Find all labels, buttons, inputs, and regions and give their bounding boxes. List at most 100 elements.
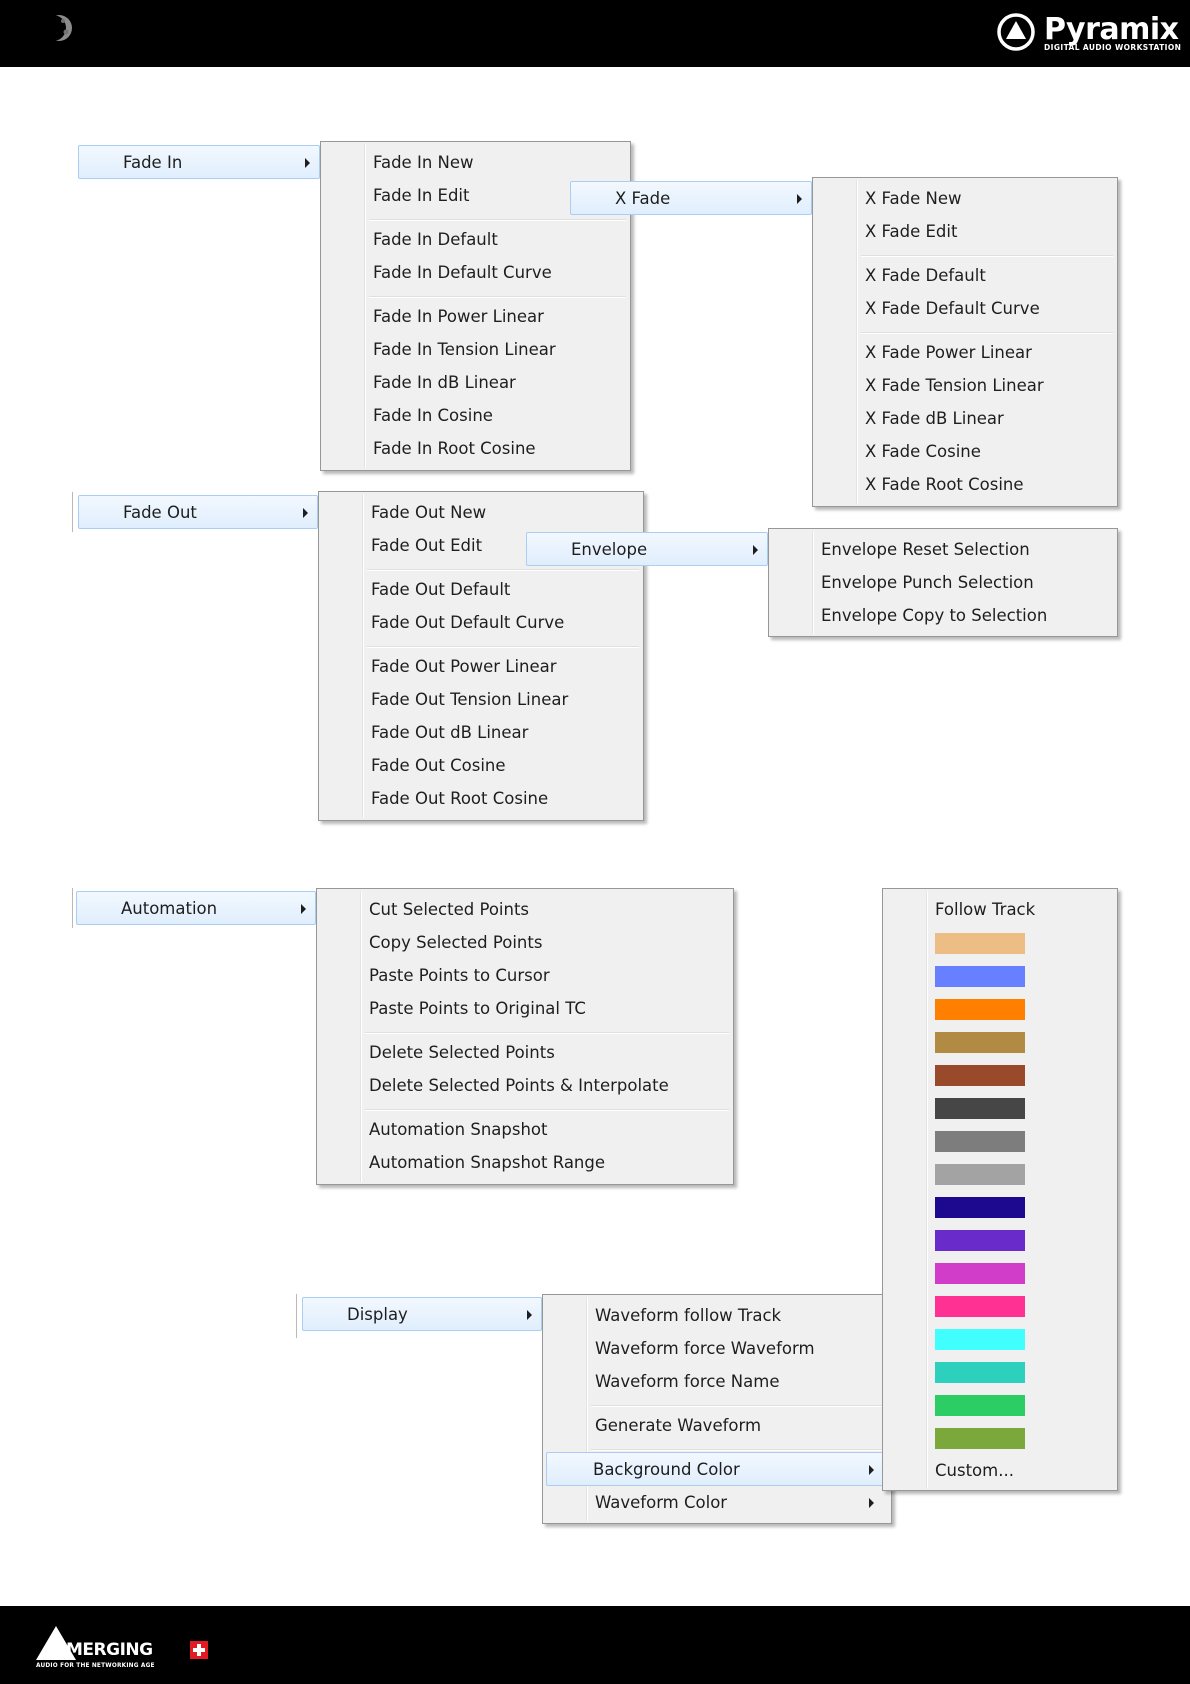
menu-item[interactable]: Waveform follow Track <box>546 1300 888 1332</box>
fade-out-label: Fade Out <box>123 503 197 522</box>
color-swatch[interactable] <box>935 1296 1025 1317</box>
envelope-menu-item[interactable]: Envelope <box>526 532 768 566</box>
color-swatch[interactable] <box>935 1032 1025 1053</box>
menu-item[interactable]: Fade In Tension Linear <box>324 334 627 366</box>
fade-in-label: Fade In <box>123 153 183 172</box>
submenu-arrow-icon <box>305 158 310 168</box>
color-swatch[interactable] <box>935 1329 1025 1350</box>
color-swatch[interactable] <box>935 1065 1025 1086</box>
menu-item[interactable]: Fade In Default Curve <box>324 257 627 289</box>
menu-item[interactable]: X Fade New <box>816 183 1114 215</box>
footer-brand: MERGING <box>66 1640 153 1660</box>
menu-item[interactable]: X Fade dB Linear <box>816 403 1114 435</box>
color-swatch[interactable] <box>935 1428 1025 1449</box>
merging-logo: MERGING AUDIO FOR THE NETWORKING AGE <box>36 1626 226 1674</box>
menu-separator <box>591 1405 887 1407</box>
color-swatch[interactable] <box>935 1164 1025 1185</box>
menu-item[interactable]: Fade In New <box>324 147 627 179</box>
menu-item[interactable]: X Fade Cosine <box>816 436 1114 468</box>
automation-label: Automation <box>121 899 218 918</box>
automation-menu-item[interactable]: Automation <box>76 891 316 925</box>
color-swatch[interactable] <box>935 1263 1025 1284</box>
moon-icon <box>44 15 72 41</box>
menu-item[interactable]: X Fade Default <box>816 260 1114 292</box>
fade-in-menu-item[interactable]: Fade In <box>78 145 320 179</box>
menu-item[interactable]: X Fade Tension Linear <box>816 370 1114 402</box>
menu-item[interactable]: Fade In Cosine <box>324 400 627 432</box>
brand-tagline: DIGITAL AUDIO WORKSTATION <box>1044 43 1182 52</box>
follow-track-item[interactable]: Follow Track <box>886 894 1114 926</box>
custom-color-item[interactable]: Custom... <box>886 1455 1114 1487</box>
menu-item[interactable]: Fade Out Cosine <box>322 750 640 782</box>
menu-item[interactable]: Fade Out Root Cosine <box>322 783 640 815</box>
menu-item[interactable]: Paste Points to Original TC <box>320 993 730 1025</box>
menu-item[interactable]: Fade In Default <box>324 224 627 256</box>
menu-item[interactable]: Envelope Punch Selection <box>772 567 1114 599</box>
menu-separator <box>591 1449 887 1451</box>
color-swatch[interactable] <box>935 1197 1025 1218</box>
submenu-arrow-icon <box>869 1498 874 1508</box>
pyramix-logo: Pyramix DIGITAL AUDIO WORKSTATION <box>992 12 1181 56</box>
menu-item[interactable]: Delete Selected Points & Interpolate <box>320 1070 730 1102</box>
submenu-arrow-icon <box>303 508 308 518</box>
menu-item[interactable]: Fade In Power Linear <box>324 301 627 333</box>
menu-item[interactable]: Fade Out Power Linear <box>322 651 640 683</box>
menu-item[interactable]: X Fade Edit <box>816 216 1114 248</box>
menu-item[interactable]: Fade Out Tension Linear <box>322 684 640 716</box>
menu-item[interactable]: Paste Points to Cursor <box>320 960 730 992</box>
swiss-cross-icon <box>190 1641 208 1659</box>
menu-item[interactable]: Waveform force Waveform <box>546 1333 888 1365</box>
color-swatch[interactable] <box>935 1131 1025 1152</box>
color-swatch[interactable] <box>935 999 1025 1020</box>
menu-item[interactable]: X Fade Root Cosine <box>816 469 1114 501</box>
menu-item[interactable]: Fade Out dB Linear <box>322 717 640 749</box>
menu-item[interactable]: Fade In Root Cosine <box>324 433 627 465</box>
x-fade-submenu: X Fade New X Fade Edit X Fade Default X … <box>812 177 1118 507</box>
display-submenu: Waveform follow Track Waveform force Wav… <box>542 1294 892 1524</box>
footer-tagline: AUDIO FOR THE NETWORKING AGE <box>36 1663 155 1669</box>
submenu-arrow-icon <box>301 904 306 914</box>
menu-separator <box>365 1109 729 1111</box>
color-swatch[interactable] <box>935 1098 1025 1119</box>
menu-item[interactable]: Fade Out New <box>322 497 640 529</box>
menu-separator <box>369 219 626 221</box>
menu-item[interactable]: Fade Out Default Curve <box>322 607 640 639</box>
menu-separator <box>369 296 626 298</box>
x-fade-menu-item[interactable]: X Fade <box>570 181 812 215</box>
color-submenu: Follow Track Custom... <box>882 888 1118 1491</box>
menu-edge <box>72 888 73 928</box>
menu-item[interactable]: Envelope Reset Selection <box>772 534 1114 566</box>
color-swatch[interactable] <box>935 933 1025 954</box>
x-fade-label: X Fade <box>615 189 671 208</box>
menu-item[interactable]: Waveform Color <box>546 1487 888 1519</box>
header-bar: Pyramix DIGITAL AUDIO WORKSTATION <box>0 0 1190 67</box>
menu-item[interactable]: Copy Selected Points <box>320 927 730 959</box>
brand-name: Pyramix <box>1044 12 1179 47</box>
menu-item[interactable]: Generate Waveform <box>546 1410 888 1442</box>
menu-item[interactable]: Cut Selected Points <box>320 894 730 926</box>
menu-item[interactable]: Waveform force Name <box>546 1366 888 1398</box>
menu-separator <box>365 1032 729 1034</box>
color-swatch[interactable] <box>935 1230 1025 1251</box>
menu-item[interactable]: Delete Selected Points <box>320 1037 730 1069</box>
menu-item[interactable]: Fade Out Default <box>322 574 640 606</box>
menu-separator <box>367 569 639 571</box>
color-swatch[interactable] <box>935 1395 1025 1416</box>
menu-item[interactable]: Envelope Copy to Selection <box>772 600 1114 632</box>
color-swatch[interactable] <box>935 1362 1025 1383</box>
envelope-submenu: Envelope Reset Selection Envelope Punch … <box>768 528 1118 637</box>
background-color-label: Background Color <box>593 1460 740 1479</box>
menu-item[interactable]: Automation Snapshot <box>320 1114 730 1146</box>
menu-item[interactable]: Fade In dB Linear <box>324 367 627 399</box>
fade-out-menu-item[interactable]: Fade Out <box>78 495 318 529</box>
display-menu-item[interactable]: Display <box>302 1297 542 1331</box>
submenu-arrow-icon <box>797 194 802 204</box>
menu-item[interactable]: X Fade Default Curve <box>816 293 1114 325</box>
menu-edge <box>296 1294 297 1338</box>
color-swatch[interactable] <box>935 966 1025 987</box>
menu-item[interactable]: Automation Snapshot Range <box>320 1147 730 1179</box>
background-color-menu-item[interactable]: Background Color <box>546 1452 888 1486</box>
submenu-arrow-icon <box>527 1310 532 1320</box>
menu-edge <box>72 492 73 532</box>
menu-item[interactable]: X Fade Power Linear <box>816 337 1114 369</box>
